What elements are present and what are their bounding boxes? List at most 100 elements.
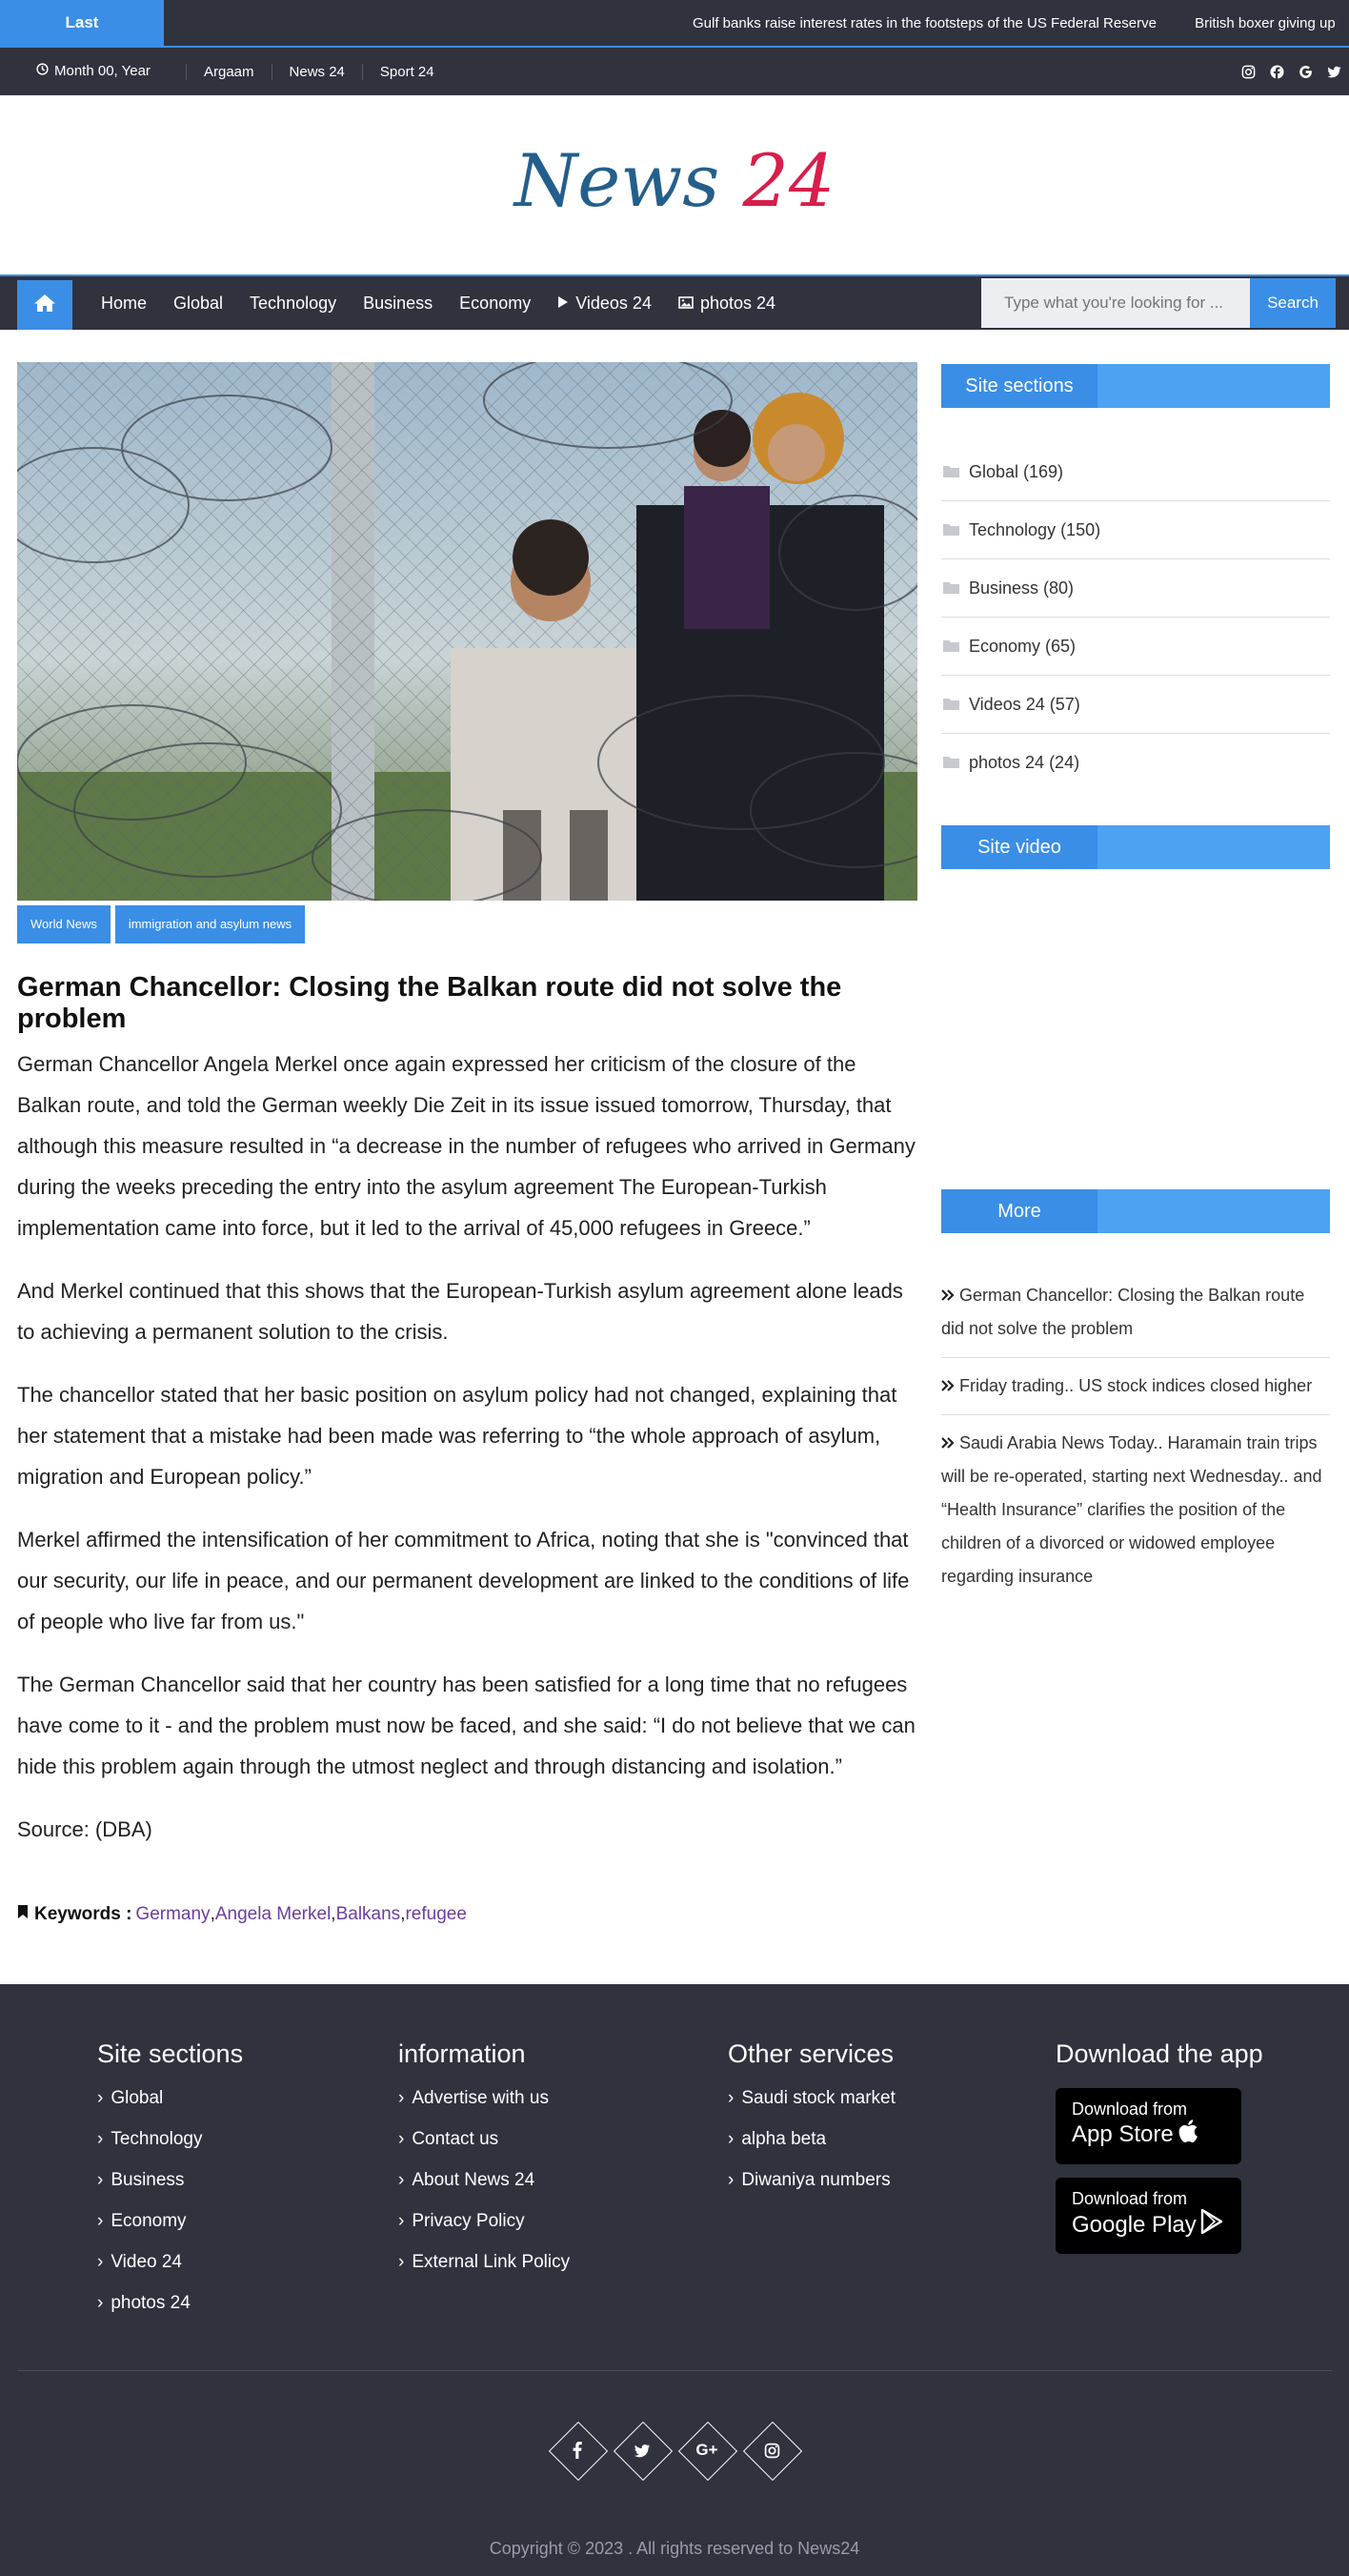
folder-icon <box>943 695 959 715</box>
home-icon <box>33 293 56 318</box>
logo-area: News 24 <box>0 95 1349 274</box>
nav-videos24[interactable]: Videos 24 <box>544 294 665 314</box>
article-body: German Chancellor Angela Merkel once aga… <box>17 1044 922 1872</box>
top-social-links <box>1240 48 1341 95</box>
footer-link[interactable]: › Diwaniya numbers <box>728 2170 896 2211</box>
nav-technology[interactable]: Technology <box>236 294 350 314</box>
footer-link[interactable]: › Global <box>97 2088 243 2129</box>
sidebar-category[interactable]: Global (169) <box>941 443 1330 501</box>
search-input[interactable] <box>981 278 1250 328</box>
footer-social-facebook[interactable] <box>550 2423 605 2478</box>
chevron-right-icon: › <box>97 2170 104 2190</box>
bookmark-icon <box>17 1904 29 1925</box>
footer-social-links: G+ <box>0 2423 1349 2478</box>
footer-link[interactable]: › Contact us <box>398 2129 570 2170</box>
chevron-right-icon: › <box>728 2170 735 2190</box>
google-icon[interactable] <box>1298 64 1313 79</box>
sidebar-category[interactable]: Business (80) <box>941 559 1330 618</box>
keyword-link[interactable]: Germany <box>135 1904 210 1925</box>
keyword-link[interactable]: Balkans <box>336 1904 401 1925</box>
footer-col-title: Download the app <box>1056 2039 1263 2068</box>
sidebar-video-header: Site video <box>941 825 1330 869</box>
footer-col-services: Other services › Saudi stock market › alph… <box>728 2039 896 2211</box>
footer-col-download: Download the app Download from App Store… <box>1056 2039 1263 2267</box>
chevron-right-icon: › <box>97 2088 104 2108</box>
nav-global[interactable]: Global <box>160 294 236 314</box>
clock-icon <box>36 48 49 95</box>
top-link-news24[interactable]: News 24 <box>271 63 362 80</box>
footer-link[interactable]: › Video 24 <box>97 2252 243 2293</box>
nav-photos24[interactable]: photos 24 <box>665 294 789 314</box>
footer-col-title: Site sections <box>97 2039 244 2068</box>
footer-link[interactable]: › Saudi stock market <box>728 2088 896 2129</box>
folder-icon <box>943 637 959 657</box>
sidebar-category[interactable]: Videos 24 (57) <box>941 676 1330 734</box>
folder-icon <box>943 578 959 598</box>
top-links: Argaam News 24 Sport 24 <box>186 48 452 95</box>
chevron-right-icon: › <box>728 2088 735 2108</box>
date-text: Month 00, Year <box>54 63 151 79</box>
footer-link[interactable]: › photos 24 <box>97 2293 243 2334</box>
folder-icon <box>943 753 959 773</box>
chevron-right-icon: › <box>728 2129 735 2149</box>
footer-link[interactable]: › Advertise with us <box>398 2088 570 2129</box>
facebook-icon <box>550 2423 605 2478</box>
more-item[interactable]: German Chancellor: Closing the Balkan ro… <box>941 1279 1330 1358</box>
top-link-sport24[interactable]: Sport 24 <box>361 63 452 80</box>
folder-icon <box>943 462 959 482</box>
ticker-item[interactable]: Gulf banks raise interest rates in the f… <box>693 15 1157 31</box>
nav-business[interactable]: Business <box>350 294 446 314</box>
ticker-items: Gulf banks raise interest rates in the f… <box>693 0 1349 46</box>
image-icon <box>678 294 694 314</box>
keyword-link[interactable]: Angela Merkel <box>215 1904 331 1925</box>
article-paragraph: Merkel affirmed the intensification of h… <box>17 1528 910 1633</box>
more-item[interactable]: Friday trading.. US stock indices closed… <box>941 1369 1330 1415</box>
keywords: Keywords : Germany, Angela Merkel, Balka… <box>17 1904 467 1925</box>
top-bar: Month 00, Year Argaam News 24 Sport 24 <box>0 48 1349 95</box>
google-play-button[interactable]: Download from Google Play <box>1056 2178 1241 2254</box>
footer-link[interactable]: › Business <box>97 2170 243 2211</box>
sidebar-category[interactable]: Economy (65) <box>941 618 1330 676</box>
footer-link[interactable]: › External Link Policy <box>398 2252 570 2293</box>
article-paragraph: The German Chancellor said that her coun… <box>17 1673 916 1778</box>
tag-world-news[interactable]: World News <box>17 905 111 943</box>
double-chevron-icon <box>941 1433 955 1452</box>
sidebar-video-title: Site video <box>941 825 1097 869</box>
nav-economy[interactable]: Economy <box>446 294 544 314</box>
article-title: German Chancellor: Closing the Balkan ro… <box>17 972 842 1034</box>
instagram-icon[interactable] <box>1240 64 1256 79</box>
footer-link[interactable]: › alpha beta <box>728 2129 896 2170</box>
top-link-argaam[interactable]: Argaam <box>186 63 272 80</box>
footer-social-google-plus[interactable]: G+ <box>679 2423 735 2478</box>
sidebar-category[interactable]: Technology (150) <box>941 501 1330 559</box>
footer-col-information: information › Advertise with us › Contact … <box>398 2039 570 2293</box>
keyword-link[interactable]: refugee <box>405 1904 466 1925</box>
sidebar-more-header: More <box>941 1189 1330 1233</box>
sidebar-more-title: More <box>941 1189 1097 1233</box>
ticker-item[interactable]: British boxer giving up <box>1195 15 1336 31</box>
double-chevron-icon <box>941 1286 955 1305</box>
double-chevron-icon <box>941 1376 955 1395</box>
more-item[interactable]: Saudi Arabia News Today.. Haramain train… <box>941 1427 1330 1605</box>
chevron-right-icon: › <box>97 2211 104 2231</box>
facebook-icon[interactable] <box>1269 64 1284 79</box>
twitter-icon <box>614 2423 670 2478</box>
google-plus-icon: G+ <box>695 2441 718 2459</box>
footer-divider <box>17 2370 1332 2371</box>
tag-immigration[interactable]: immigration and asylum news <box>114 905 306 943</box>
footer-link[interactable]: › Technology <box>97 2129 243 2170</box>
sidebar-sections-title: Site sections <box>941 364 1097 408</box>
app-store-button[interactable]: Download from App Store <box>1056 2088 1241 2164</box>
folder-icon <box>943 520 959 540</box>
footer-social-instagram[interactable] <box>744 2423 799 2478</box>
footer-link[interactable]: › Economy <box>97 2211 243 2252</box>
footer-link[interactable]: › About News 24 <box>398 2170 570 2211</box>
nav-home[interactable]: Home <box>88 294 160 314</box>
footer-social-twitter[interactable] <box>614 2423 670 2478</box>
footer-link[interactable]: › Privacy Policy <box>398 2211 570 2252</box>
twitter-icon[interactable] <box>1326 64 1341 79</box>
home-button[interactable] <box>17 280 72 330</box>
sidebar-category[interactable]: photos 24 (24) <box>941 734 1330 792</box>
search-button[interactable]: Search <box>1250 278 1336 328</box>
site-logo[interactable]: News 24 <box>0 138 1349 223</box>
